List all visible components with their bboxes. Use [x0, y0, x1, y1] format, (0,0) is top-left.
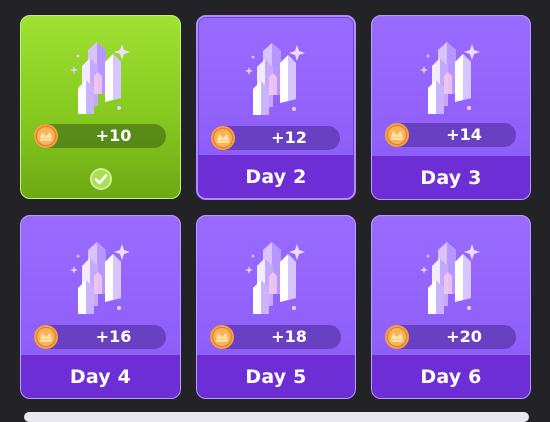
next-card-edge [24, 412, 529, 422]
coin-icon [384, 122, 410, 148]
day-footer: Day 2 [198, 155, 354, 198]
crystal-icon [245, 242, 305, 314]
day-footer: Day 6 [372, 355, 530, 398]
day-footer: Day 4 [21, 355, 180, 398]
day-label: Day 5 [245, 365, 307, 388]
reward-amount: +14 [446, 125, 482, 144]
reward-card-day-1[interactable]: +10 [20, 15, 181, 199]
reward-amount: +16 [95, 327, 132, 346]
crystal-icon [245, 43, 305, 115]
coin-icon [209, 324, 235, 350]
reward-amount: +18 [271, 327, 307, 346]
reward-pill: +10 [33, 123, 166, 149]
reward-amount: +12 [271, 128, 307, 147]
day-footer: Day 3 [372, 156, 530, 199]
crystal-icon [420, 42, 480, 114]
reward-card-day-5[interactable]: +18 Day 5 [196, 215, 356, 399]
reward-pill: +20 [384, 324, 516, 350]
reward-card-day-3[interactable]: +14 Day 3 [371, 15, 531, 200]
reward-card-day-4[interactable]: +16 Day 4 [20, 215, 181, 399]
coin-icon [384, 324, 410, 350]
reward-card-day-2[interactable]: +12 Day 2 [196, 15, 356, 200]
reward-pill: +16 [33, 324, 166, 350]
day-footer: Day 5 [197, 355, 355, 398]
day-label: Day 2 [245, 165, 307, 188]
day-label: Day 4 [69, 365, 132, 388]
reward-pill: +12 [210, 125, 340, 151]
coin-icon [210, 125, 236, 151]
day-label: Day 6 [420, 365, 482, 388]
reward-amount: +20 [446, 327, 482, 346]
crystal-icon [420, 242, 480, 314]
reward-pill: +18 [209, 324, 341, 350]
day-label: Day 3 [420, 166, 482, 189]
crystal-icon [69, 42, 130, 114]
crystal-icon [69, 242, 130, 314]
reward-pill: +14 [384, 122, 516, 148]
coin-icon [33, 324, 59, 350]
reward-card-day-6[interactable]: +20 Day 6 [371, 215, 531, 399]
check-icon [89, 168, 112, 190]
coin-icon [33, 123, 59, 149]
reward-amount: +10 [95, 126, 132, 145]
